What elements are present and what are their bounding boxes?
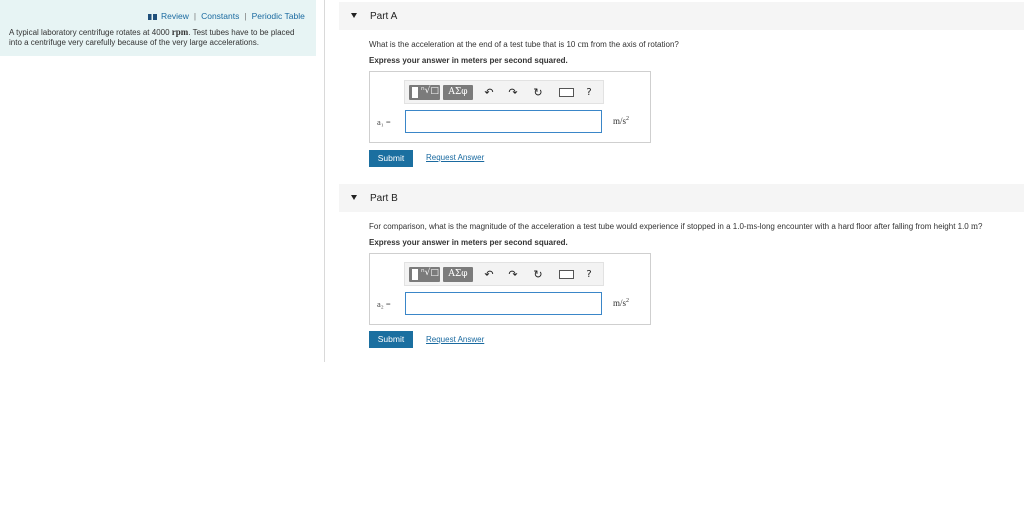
periodic-table-link[interactable]: Periodic Table <box>252 11 305 21</box>
problem-intro: A typical laboratory centrifuge rotates … <box>9 27 295 47</box>
resource-links: Review | Constants | Periodic Table <box>148 11 305 21</box>
help-icon[interactable]: ? <box>583 267 595 282</box>
part-a-instruction: Express your answer in meters per second… <box>369 56 568 65</box>
rpm-unit: rpm <box>171 27 189 37</box>
part-a-title: Part A <box>370 11 398 22</box>
greek-symbols-button[interactable]: AΣφ <box>443 267 473 282</box>
link-separator: | <box>244 11 247 21</box>
math-toolbar: ⁿ√□ AΣφ ↶ ↷ ↻ ? <box>404 80 604 104</box>
reset-icon[interactable]: ↻ <box>531 85 545 100</box>
problem-sidebar: Review | Constants | Periodic Table A typica… <box>0 0 316 56</box>
templates-icon <box>412 87 418 98</box>
collapse-caret-icon[interactable] <box>351 195 357 200</box>
request-answer-link[interactable]: Request Answer <box>426 153 484 162</box>
request-answer-link[interactable]: Request Answer <box>426 335 484 344</box>
greek-symbols-button[interactable]: AΣφ <box>443 85 473 100</box>
part-b-instruction: Express your answer in meters per second… <box>369 238 568 247</box>
undo-icon[interactable]: ↶ <box>482 267 496 282</box>
reset-icon[interactable]: ↻ <box>531 267 545 282</box>
part-b-title: Part B <box>370 193 398 204</box>
unit-label: m/s2 <box>613 298 630 308</box>
column-divider <box>324 0 325 362</box>
link-separator: | <box>193 11 197 21</box>
keyboard-icon[interactable] <box>555 267 577 282</box>
part-a-header[interactable]: Part A <box>339 2 1024 30</box>
undo-icon[interactable]: ↶ <box>482 85 496 100</box>
answer-input[interactable] <box>405 110 602 133</box>
part-b-question: For comparison, what is the magnitude of… <box>369 221 983 231</box>
answer-input[interactable] <box>405 292 602 315</box>
keyboard-icon[interactable] <box>555 85 577 100</box>
review-icon <box>148 13 157 20</box>
templates-button[interactable]: ⁿ√□ <box>409 267 440 282</box>
constants-link[interactable]: Constants <box>201 11 239 21</box>
math-toolbar: ⁿ√□ AΣφ ↶ ↷ ↻ ? <box>404 262 604 286</box>
submit-button[interactable]: Submit <box>369 150 413 167</box>
redo-icon[interactable]: ↷ <box>506 267 520 282</box>
part-a-question: What is the acceleration at the end of a… <box>369 39 679 49</box>
redo-icon[interactable]: ↷ <box>506 85 520 100</box>
part-b-answer-box: ⁿ√□ AΣφ ↶ ↷ ↻ ? a₂ = m/s2 <box>369 253 651 325</box>
part-b-header[interactable]: Part B <box>339 184 1024 212</box>
templates-button[interactable]: ⁿ√□ <box>409 85 440 100</box>
collapse-caret-icon[interactable] <box>351 13 357 18</box>
variable-label: a₂ = <box>377 299 391 309</box>
unit-label: m/s2 <box>613 116 630 126</box>
help-icon[interactable]: ? <box>583 85 595 100</box>
templates-icon <box>412 269 418 280</box>
submit-button[interactable]: Submit <box>369 331 413 348</box>
variable-label: a₁ = <box>377 117 391 127</box>
review-link[interactable]: Review <box>161 11 189 21</box>
part-a-answer-box: ⁿ√□ AΣφ ↶ ↷ ↻ ? a₁ = m/s2 <box>369 71 651 143</box>
